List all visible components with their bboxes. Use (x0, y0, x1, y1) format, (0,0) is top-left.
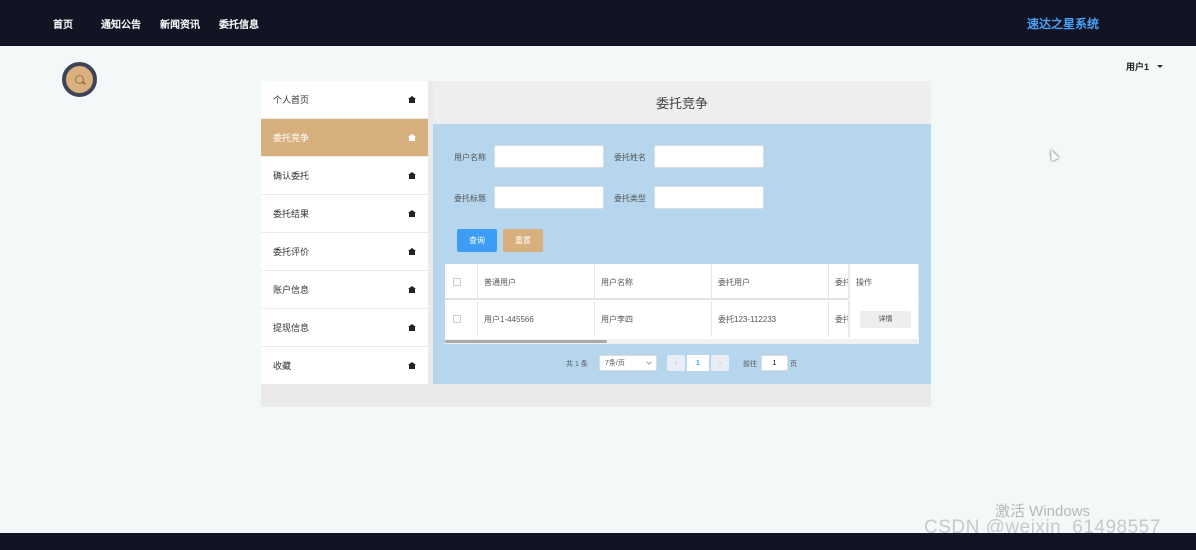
row-checkbox[interactable] (453, 315, 461, 323)
next-page-button[interactable]: › (711, 355, 729, 371)
nav-home[interactable]: 首页 (53, 16, 73, 31)
table-cell: 委托123-112233 (712, 301, 829, 337)
goto-page-input[interactable] (761, 355, 788, 371)
page-size-value: 7条/页 (605, 360, 625, 367)
home-icon (408, 248, 416, 255)
action-cell: 详情 (849, 301, 919, 337)
caret-down-icon (1157, 65, 1164, 68)
table-cell: 用户1-445566 (478, 301, 595, 337)
column-header: 委托用户 (712, 264, 829, 300)
column-header: 用户名称 (595, 264, 712, 300)
table-row: 用户1-445566 用户李四 委托123-112233 委托 详情 (445, 301, 919, 337)
avatar[interactable] (62, 62, 97, 97)
sidebar-item-commission-result[interactable]: 委托结果 (261, 195, 428, 233)
row-select-cell (445, 301, 478, 337)
horizontal-scrollbar[interactable] (445, 339, 919, 344)
main-container: 个人首页 委托竞争 确认委托 委托结果 委托评价 账户信息 提现信息 收藏 委托… (261, 81, 931, 407)
prev-page-button[interactable]: ‹ (667, 355, 685, 371)
select-all-cell (445, 264, 478, 300)
table-cell: 委托 (829, 301, 849, 337)
home-icon (408, 286, 416, 293)
home-icon (408, 362, 416, 369)
top-nav: 首页 通知公告 新闻资讯 委托信息 (53, 0, 278, 46)
chevron-down-icon (646, 359, 652, 365)
table-header: 普通用户 用户名称 委托用户 委托 操作 (445, 264, 919, 300)
pagination-total: 共 1 条 (566, 361, 588, 368)
select-all-checkbox[interactable] (453, 278, 461, 286)
query-button[interactable]: 查询 (457, 229, 497, 252)
mouse-cursor-icon (1047, 147, 1059, 162)
page-suffix: 页 (790, 361, 797, 368)
commission-name-label: 委托姓名 (614, 153, 646, 162)
sidebar-item-label: 个人首页 (273, 95, 310, 105)
sidebar-item-label: 委托评价 (273, 247, 310, 257)
sidebar-item-withdraw-info[interactable]: 提现信息 (261, 309, 428, 347)
nav-news[interactable]: 新闻资讯 (160, 16, 200, 31)
table-cell: 用户李四 (595, 301, 712, 337)
sidebar-item-commission-competition[interactable]: 委托竞争 (261, 119, 428, 157)
reset-button[interactable]: 重置 (503, 229, 543, 252)
sidebar-item-label: 提现信息 (273, 323, 310, 333)
username-input[interactable] (494, 145, 604, 168)
page-number[interactable]: 1 (687, 355, 709, 371)
nav-commission-info[interactable]: 委托信息 (219, 16, 259, 31)
top-navbar: 首页 通知公告 新闻资讯 委托信息 速达之星系统 (0, 0, 1196, 46)
sidebar-item-commission-review[interactable]: 委托评价 (261, 233, 428, 271)
home-icon (408, 172, 416, 179)
commission-title-label: 委托标题 (454, 194, 486, 203)
username-label: 用户名称 (454, 153, 486, 162)
commission-type-input[interactable] (654, 186, 764, 209)
home-icon (408, 96, 416, 103)
goto-label: 前往 (743, 361, 757, 368)
page-size-select[interactable]: 7条/页 (599, 355, 657, 371)
home-icon (408, 324, 416, 331)
sidebar-item-favorites[interactable]: 收藏 (261, 347, 428, 385)
search-icon (75, 75, 84, 84)
sidebar: 个人首页 委托竞争 确认委托 委托结果 委托评价 账户信息 提现信息 收藏 (261, 81, 428, 385)
column-header: 委托 (829, 264, 849, 300)
sidebar-item-label: 确认委托 (273, 171, 310, 181)
brand-title: 速达之星系统 (1027, 17, 1100, 31)
sidebar-item-label: 委托竞争 (273, 133, 310, 143)
column-header: 普通用户 (478, 264, 595, 300)
content-area: 委托竞争 用户名称 委托姓名 委托标题 委托类型 查询 重置 普通用户 用户名称… (433, 81, 931, 385)
sidebar-item-confirm-commission[interactable]: 确认委托 (261, 157, 428, 195)
bottom-bar (0, 533, 1196, 550)
commission-type-label: 委托类型 (614, 194, 646, 203)
scrollbar-thumb[interactable] (445, 340, 607, 343)
data-table: 普通用户 用户名称 委托用户 委托 操作 用户1-445566 用户李四 委托1… (445, 264, 919, 344)
nav-notice[interactable]: 通知公告 (101, 16, 141, 31)
sidebar-item-label: 收藏 (273, 361, 292, 371)
user-menu[interactable]: 用户1 (1126, 60, 1164, 73)
home-icon (408, 210, 416, 217)
commission-name-input[interactable] (654, 145, 764, 168)
detail-button[interactable]: 详情 (860, 310, 911, 328)
sidebar-item-label: 委托结果 (273, 209, 310, 219)
home-icon (408, 134, 416, 141)
user-menu-label: 用户1 (1126, 62, 1150, 72)
sidebar-item-profile-home[interactable]: 个人首页 (261, 81, 428, 119)
column-header: 操作 (849, 264, 919, 300)
sidebar-item-account-info[interactable]: 账户信息 (261, 271, 428, 309)
search-panel: 用户名称 委托姓名 委托标题 委托类型 查询 重置 普通用户 用户名称 委托用户… (433, 124, 931, 384)
commission-title-input[interactable] (494, 186, 604, 209)
page-title: 委托竞争 (433, 81, 931, 124)
sidebar-item-label: 账户信息 (273, 285, 310, 295)
pagination: 共 1 条 7条/页 ‹ 1 › 前往 页 (433, 354, 931, 372)
